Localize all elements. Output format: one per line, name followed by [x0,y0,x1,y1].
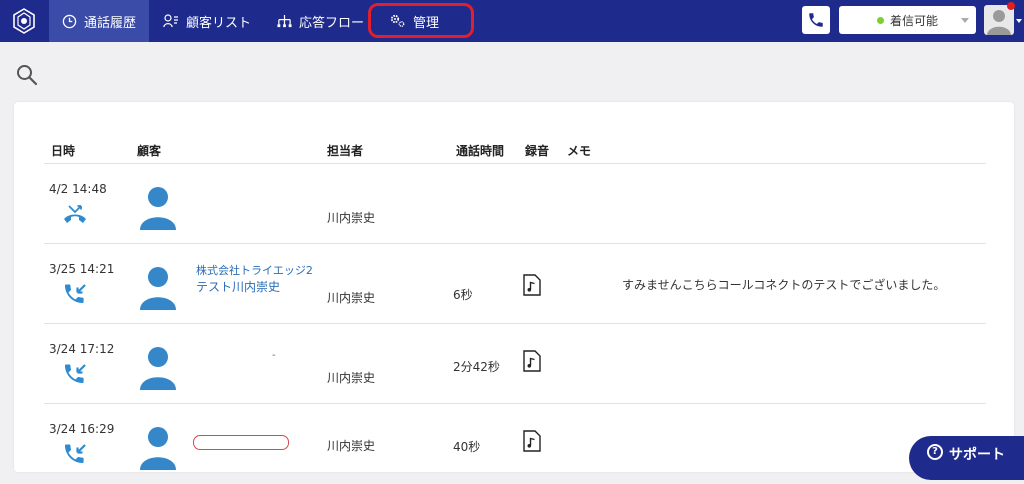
assigned-agent: 川内崇史 [327,211,376,225]
tab-response-flow[interactable]: 応答フロー [277,0,364,42]
assigned-agent: 川内崇史 [327,439,376,453]
tab-customer-list[interactable]: 顧客リスト [163,0,251,42]
availability-status-value: 着信可能 [889,13,938,28]
column-header-datetime[interactable]: 日時 [51,142,75,159]
customer-avatar-icon [140,267,176,310]
support-button-label: サポート [949,447,1005,463]
flow-icon [277,14,292,27]
phone-icon [809,13,823,27]
column-header-customer[interactable]: 顧客 [137,142,161,159]
availability-status-select[interactable]: 着信可能 [839,6,976,34]
recording-file-icon[interactable] [523,430,541,452]
customer-avatar-icon [140,347,176,390]
incoming-call-icon [65,364,86,383]
column-header-agent[interactable]: 担当者 [327,142,363,159]
search-icon [17,65,38,86]
column-header-duration[interactable]: 通話時間 [456,142,504,159]
table-row[interactable]: 4/2 14:48 川内崇史 [14,164,1014,244]
table-row[interactable]: 3/25 14:21 株式会社トライエッジ2 テスト川内崇史 川内崇史 6秒 す… [14,244,1014,324]
table-row[interactable]: 3/24 16:29 川内崇史 40秒 [14,404,1014,484]
call-datetime: 3/25 14:21 [49,262,115,276]
tab-call-history-label: 通話履歴 [84,15,137,31]
recording-file-icon[interactable] [523,274,541,296]
call-duration: 2分42秒 [453,360,500,374]
notification-dot [1007,2,1015,10]
customer-avatar-icon [140,187,176,230]
status-indicator-dot [876,16,884,24]
user-menu-caret-icon[interactable] [1016,19,1022,23]
assigned-agent: 川内崇史 [327,291,376,305]
call-duration: 40秒 [453,440,481,454]
support-button[interactable]: ? サポート [909,436,1024,480]
redacted-customer-annotation [193,435,289,450]
call-memo: すみませんこちらコールコネクトのテストでございました。 [622,278,946,292]
tab-customer-list-label: 顧客リスト [186,15,252,31]
call-datetime: 3/24 17:12 [49,342,115,356]
column-header-memo[interactable]: メモ [567,142,591,159]
call-datetime: 3/24 16:29 [49,422,115,436]
column-header-recording[interactable]: 録音 [525,142,549,159]
assigned-agent: 川内崇史 [327,371,376,385]
tab-call-history[interactable]: 通話履歴 [49,0,149,42]
phone-button[interactable] [802,6,830,34]
chevron-down-icon [961,18,969,23]
clock-icon [62,14,77,28]
customer-list-icon [163,14,178,28]
incoming-call-icon [65,284,86,303]
search-button[interactable] [15,63,39,87]
app-logo-icon[interactable] [0,0,48,42]
tab-response-flow-label: 応答フロー [299,15,365,31]
customer-name-link[interactable]: テスト川内崇史 [196,278,280,295]
call-history-card: 日時 顧客 担当者 通話時間 録音 メモ 4/2 14:48 川内崇史 3/25… [14,102,1014,472]
recording-file-icon[interactable] [523,350,541,372]
table-row[interactable]: 3/24 17:12 - 川内崇史 2分42秒 [14,324,1014,404]
admin-highlight-annotation [368,3,474,38]
help-icon: ? [927,444,943,460]
top-navigation-bar: 通話履歴 顧客リスト 応答フロー 管理 着信可能 [0,0,1024,42]
missed-call-icon [64,205,86,223]
incoming-call-icon [65,444,86,463]
customer-name-placeholder: - [272,350,276,361]
call-datetime: 4/2 14:48 [49,182,107,196]
call-duration: 6秒 [453,288,473,302]
customer-avatar-icon [140,427,176,470]
customer-company: 株式会社トライエッジ2 [196,264,313,277]
